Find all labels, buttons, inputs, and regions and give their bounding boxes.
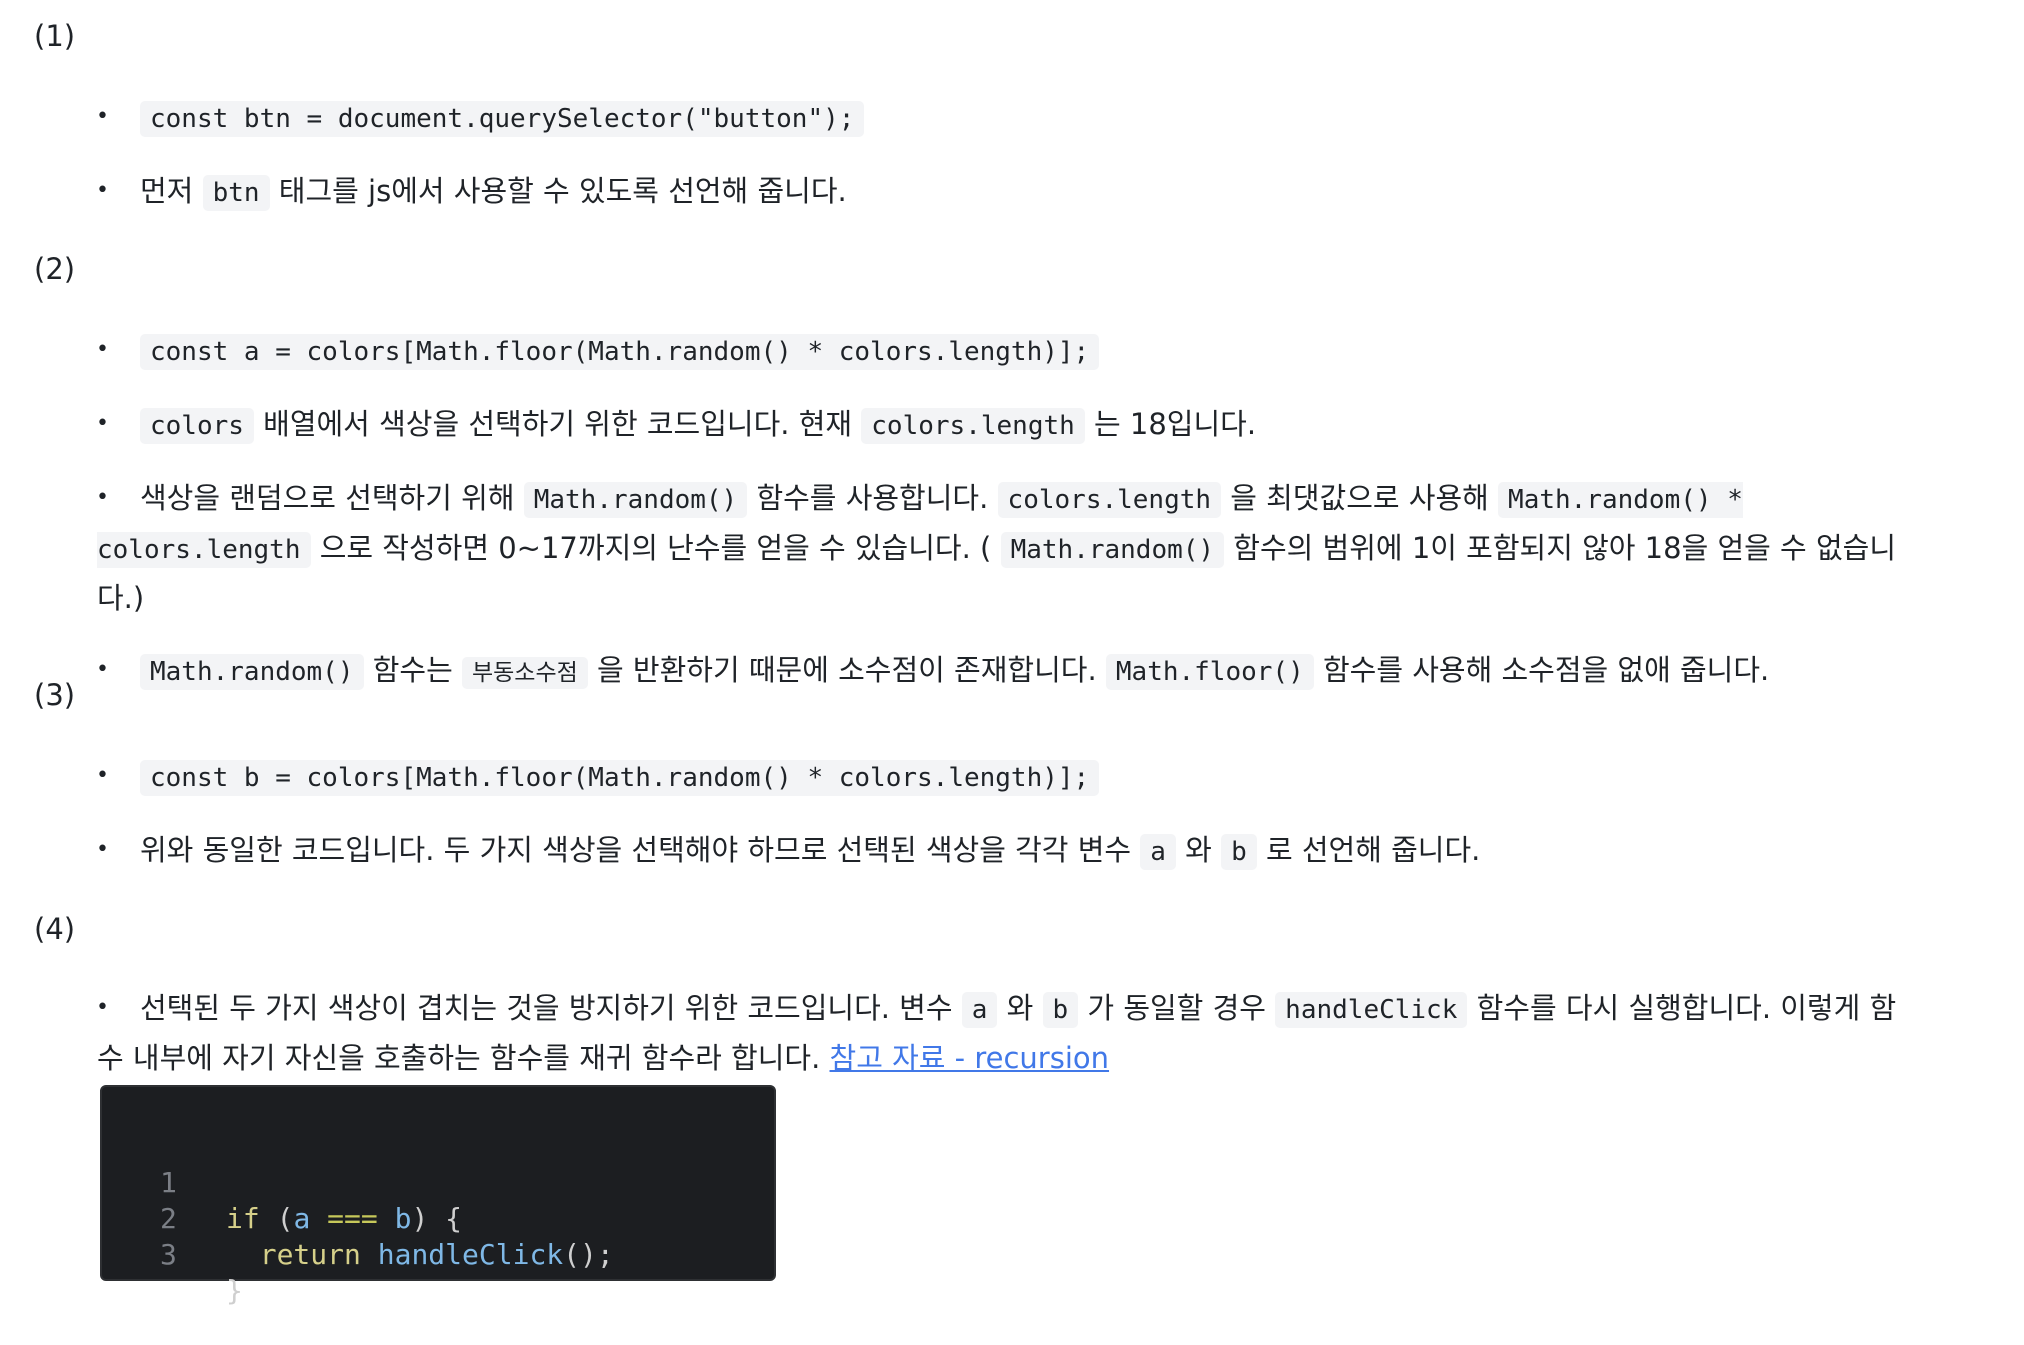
inline-code: const b = colors[Math.floor(Math.random(… [140,760,1100,796]
operator: === [310,1202,395,1235]
text: 함수는 [372,653,453,687]
text: 을 반환하기 때문에 소수점이 존재합니다. [597,653,1097,687]
code-line: 1 if (a === b) { [102,1129,462,1235]
punctuation: ) { [411,1202,463,1235]
list-item: • 선택된 두 가지 색상이 겹치는 것을 방지하기 위한 코드입니다. 변수 … [0,984,1920,1082]
line-number: 3 [160,1238,177,1271]
inline-code: Math.floor() [1105,654,1314,690]
identifier: a [293,1202,311,1235]
list-item: • 색상을 랜덤으로 선택하기 위해 Math.random() 함수를 사용합… [0,474,1920,622]
section-heading-4: (4) [34,912,76,946]
punctuation: } [226,1274,243,1307]
section-1-list: • const btn = document.querySelector("bu… [0,93,2024,241]
list-item: • const a = colors[Math.floor(Math.rando… [0,326,2024,376]
inline-code: colors.length [861,408,1085,444]
text: 먼저 [140,174,194,208]
keyword: if [226,1202,260,1235]
bullet: • [96,763,109,788]
inline-code: a [961,992,998,1028]
text: 태그를 js에서 사용할 수 있도록 선언해 줍니다. [278,174,847,208]
punctuation: ( [259,1202,294,1235]
section-heading-2: (2) [34,252,76,286]
list-item: • colors 배열에서 색상을 선택하기 위한 코드입니다. 현재 colo… [0,400,2024,450]
bullet: • [96,411,109,436]
text: 색상을 랜덤으로 선택하기 위해 [140,481,515,515]
section-heading-3: (3) [34,678,76,712]
inline-code: handleClick [1275,992,1468,1028]
text: 는 18입니다. [1094,407,1257,441]
list-item: • const b = colors[Math.floor(Math.rando… [0,752,2024,802]
inline-code: colors.length [997,482,1222,518]
reference-link[interactable]: 참고 자료 - recursion [830,1041,1110,1075]
text: 함수를 사용해 소수점을 없애 줍니다. [1322,653,1770,687]
code-line: 2 return handleClick(); [102,1165,614,1271]
inline-code: 부동소수점 [461,657,588,689]
code-text: } [226,1273,243,1309]
document: (1) • const btn = document.querySelector… [0,0,2024,1307]
bullet: • [96,337,109,362]
text: 으로 작성하면 0~17까지의 난수를 얻을 수 있습니다. ( [319,531,992,565]
function-name: handleClick [360,1238,564,1271]
text: 가 동일할 경우 [1087,991,1266,1025]
bullet: • [96,995,109,1020]
text: 선택된 두 가지 색상이 겹치는 것을 방지하기 위한 코드입니다. 변수 [140,991,953,1025]
bullet: • [96,178,109,203]
text: 함수를 사용합니다. [756,481,989,515]
inline-code: Math.random() [523,482,748,518]
list-item: • const btn = document.querySelector("bu… [0,93,2024,143]
inline-code: const a = colors[Math.floor(Math.random(… [140,334,1100,370]
bullet: • [96,104,109,129]
code-block: 1 if (a === b) { 2 return handleClick();… [100,1085,776,1307]
inline-code: b [1221,834,1257,870]
list-item: • 위와 동일한 코드입니다. 두 가지 색상을 선택해야 하므로 선택된 색상… [0,826,2024,876]
inline-code: b [1042,992,1079,1028]
list-item: • Math.random() 함수는 부동소수점 을 반환하기 때문에 소수점… [0,646,2024,697]
list-item: • 먼저 btn 태그를 js에서 사용할 수 있도록 선언해 줍니다. [0,167,2024,217]
keyword: return [259,1238,361,1271]
inline-code: a [1140,834,1176,870]
bullet: • [96,657,109,682]
inline-code: const btn = document.querySelector("butt… [140,101,865,137]
code-text: return handleClick(); [226,1237,614,1273]
punctuation: (); [563,1238,614,1271]
bullet: • [96,485,109,510]
code-text: if (a === b) { [226,1201,462,1237]
inline-code: colors [140,408,254,444]
code-line: 3 } [102,1201,243,1307]
identifier: b [394,1202,412,1235]
text: 와 [1185,833,1212,867]
text: 로 선언해 줍니다. [1265,833,1481,867]
text: 배열에서 색상을 선택하기 위한 코드입니다. 현재 [263,407,853,441]
section-3-list: • const b = colors[Math.floor(Math.rando… [0,752,2024,900]
text: 와 [1006,991,1034,1025]
section-2-list: • const a = colors[Math.floor(Math.rando… [0,326,2024,721]
inline-code: Math.random() [140,654,364,690]
inline-code: Math.random() [1000,532,1225,568]
text: 위와 동일한 코드입니다. 두 가지 색상을 선택해야 하므로 선택된 색상을 … [140,833,1132,867]
inline-code: btn [202,175,270,211]
text: 을 최댓값으로 사용해 [1230,481,1489,515]
bullet: • [96,837,109,862]
section-heading-1: (1) [34,19,76,53]
